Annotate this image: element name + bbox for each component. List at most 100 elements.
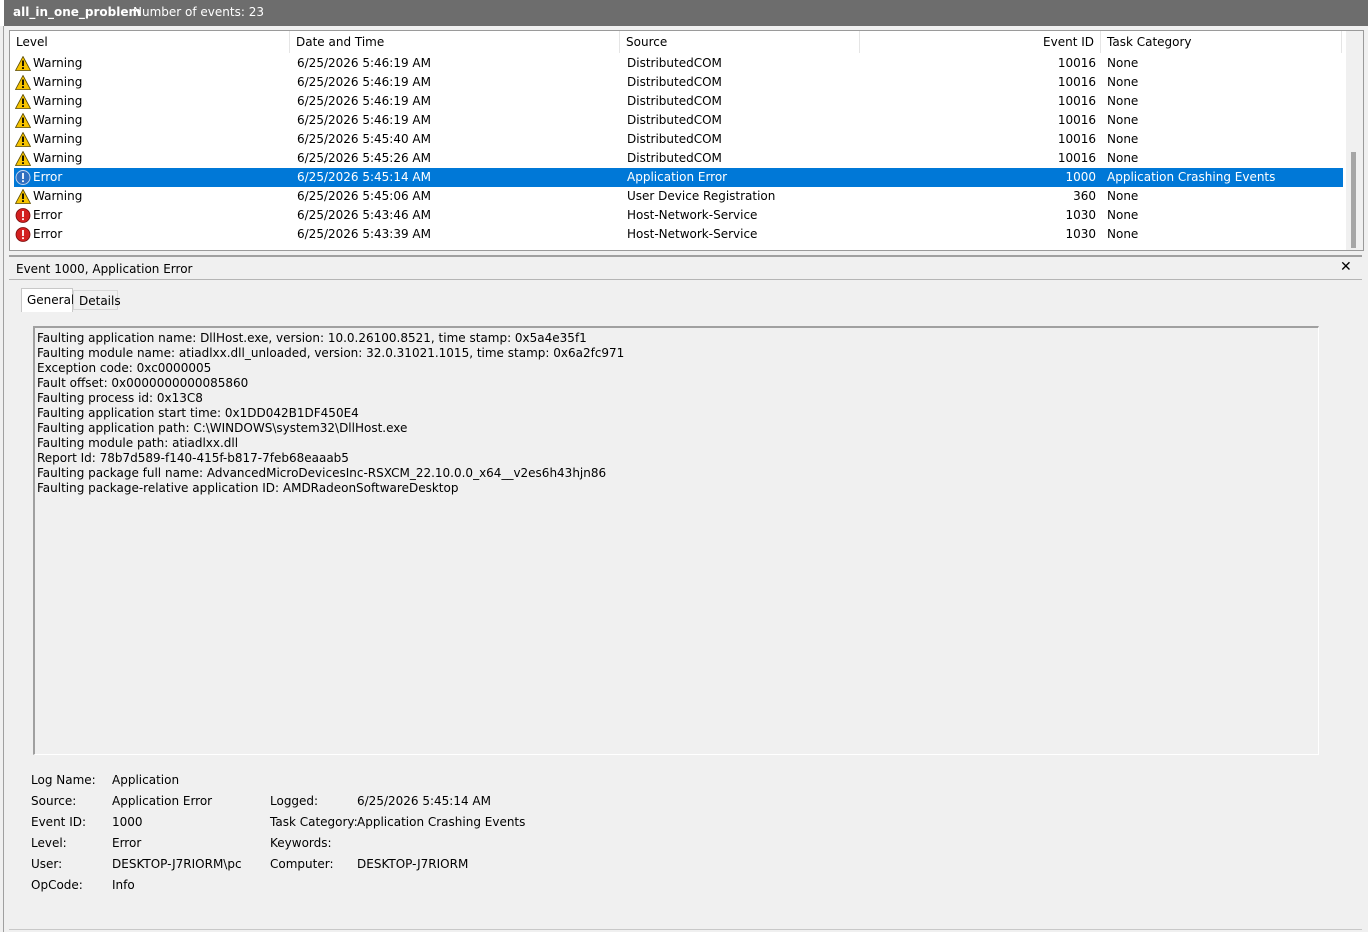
date-cell: 6/25/2026 5:46:19 AM [297, 56, 431, 70]
event-id-cell: 360 [1073, 189, 1096, 203]
opcode-label: OpCode: [31, 878, 83, 892]
event-id-cell: 1030 [1065, 208, 1096, 222]
level-cell: Error [33, 170, 63, 184]
user-label: User: [31, 857, 63, 871]
log-name-value: Application [112, 773, 180, 787]
source-label: Source: [31, 794, 77, 808]
level-cell: Warning [33, 151, 83, 165]
column-header-date[interactable]: Date and Time [290, 31, 620, 53]
description-line: Exception code: 0xc0000005 [37, 361, 212, 375]
logged-label: Logged: [270, 794, 319, 808]
task-category-cell: None [1107, 132, 1139, 146]
event-description-box[interactable]: Faulting application name: DllHost.exe, … [33, 326, 1319, 755]
date-cell: 6/25/2026 5:45:06 AM [297, 189, 431, 203]
source-cell: DistributedCOM [627, 56, 722, 70]
date-cell: 6/25/2026 5:43:39 AM [297, 227, 431, 241]
task-category-cell: None [1107, 113, 1139, 127]
table-row[interactable]: Warning 6/25/2026 5:45:06 AM User Device R… [14, 187, 1343, 206]
keywords-label: Keywords: [270, 836, 332, 850]
description-line: Faulting module path: atiadlxx.dll [37, 436, 239, 450]
column-header-level[interactable]: Level [10, 31, 290, 53]
warning-icon [14, 74, 32, 90]
event-id-cell: 10016 [1057, 151, 1096, 165]
pane-splitter[interactable] [9, 255, 1362, 257]
description-line: Faulting application start time: 0x1DD04… [37, 406, 359, 420]
vertical-scrollbar[interactable] [1346, 31, 1363, 250]
event-id-cell: 10016 [1057, 132, 1096, 146]
source-cell: DistributedCOM [627, 113, 722, 127]
level-cell: Warning [33, 56, 83, 70]
table-row[interactable]: Warning 6/25/2026 5:46:19 AM DistributedCO… [14, 73, 1343, 92]
warning-icon [14, 188, 32, 204]
error-icon [15, 208, 31, 223]
event-id-cell: 1030 [1065, 227, 1096, 241]
log-name-title: all_in_one_problem [13, 5, 142, 19]
warning-icon [14, 93, 32, 109]
table-row[interactable]: Warning 6/25/2026 5:46:19 AM DistributedCO… [14, 111, 1343, 130]
date-cell: 6/25/2026 5:45:40 AM [297, 132, 431, 146]
opcode-value: Info [112, 878, 135, 892]
date-cell: 6/25/2026 5:46:19 AM [297, 75, 431, 89]
table-row[interactable]: Error 6/25/2026 5:43:39 AM Host-Network-Se… [14, 225, 1343, 244]
table-row[interactable]: Error 6/25/2026 5:45:14 AM Application Err… [14, 168, 1343, 187]
task-category-cell: None [1107, 208, 1139, 222]
event-id-cell: 10016 [1057, 56, 1096, 70]
warning-icon [14, 55, 32, 71]
column-header-event-id[interactable]: Event ID [860, 31, 1101, 53]
source-cell: DistributedCOM [627, 132, 722, 146]
description-line: Report Id: 78b7d589-f140-415f-b817-7feb6… [37, 451, 349, 465]
description-line: Faulting package-relative application ID… [37, 481, 459, 495]
table-row[interactable]: Warning 6/25/2026 5:46:19 AM DistributedCO… [14, 54, 1343, 73]
level-cell: Warning [33, 132, 83, 146]
event-id-cell: 10016 [1057, 113, 1096, 127]
grid-header: Level Date and Time Source Event ID Task… [10, 31, 1343, 53]
task-category-cell: None [1107, 227, 1139, 241]
table-row[interactable]: Warning 6/25/2026 5:46:19 AM DistributedCO… [14, 92, 1343, 111]
tab-details[interactable]: Details [73, 290, 121, 310]
source-cell: User Device Registration [627, 189, 776, 203]
source-value: Application Error [112, 794, 213, 808]
source-cell: Host-Network-Service [627, 227, 758, 241]
computer-value: DESKTOP-J7RIORM [357, 857, 469, 871]
task-category-cell: None [1107, 75, 1139, 89]
log-name-label: Log Name: [31, 773, 96, 787]
date-cell: 6/25/2026 5:46:19 AM [297, 113, 431, 127]
events-grid[interactable]: Level Date and Time Source Event ID Task… [9, 30, 1364, 251]
description-line: Faulting module name: atiadlxx.dll_unloa… [37, 346, 625, 360]
description-line: Faulting package full name: AdvancedMicr… [37, 466, 607, 480]
task-category-cell: None [1107, 189, 1139, 203]
level-value: Error [112, 836, 142, 850]
source-cell: Application Error [627, 170, 728, 184]
date-cell: 6/25/2026 5:45:26 AM [297, 151, 431, 165]
log-header-bar: all_in_one_problem Number of events: 23 [0, 0, 1368, 26]
warning-icon [14, 112, 32, 128]
level-label: Level: [31, 836, 67, 850]
date-cell: 6/25/2026 5:46:19 AM [297, 94, 431, 108]
table-row[interactable]: Warning 6/25/2026 5:45:26 AM DistributedCO… [14, 149, 1343, 168]
table-row[interactable]: Error 6/25/2026 5:43:46 AM Host-Network-Se… [14, 206, 1343, 225]
event-detail-title: Event 1000, Application Error [16, 262, 193, 276]
tab-general[interactable]: General [21, 288, 74, 312]
left-divider [3, 26, 4, 932]
event-id-cell: 10016 [1057, 75, 1096, 89]
table-row[interactable]: Warning 6/25/2026 5:45:40 AM DistributedCO… [14, 130, 1343, 149]
task-category-cell: None [1107, 56, 1139, 70]
scrollbar-thumb[interactable] [1351, 152, 1356, 248]
event-id-label: Event ID: [31, 815, 87, 829]
bottom-border [9, 929, 1362, 930]
level-cell: Warning [33, 75, 83, 89]
task-category-value: Application Crashing Events [357, 815, 526, 829]
column-header-task-category[interactable]: Task Category [1101, 31, 1342, 53]
level-cell: Warning [33, 113, 83, 127]
close-icon[interactable]: ✕ [1340, 259, 1352, 275]
task-category-label: Task Category: [270, 815, 358, 829]
column-header-source[interactable]: Source [620, 31, 860, 53]
task-category-cell: None [1107, 151, 1139, 165]
source-cell: DistributedCOM [627, 94, 722, 108]
left-edge [0, 0, 4, 26]
logged-value: 6/25/2026 5:45:14 AM [357, 794, 491, 808]
source-cell: DistributedCOM [627, 151, 722, 165]
task-category-cell: Application Crashing Events [1107, 170, 1276, 184]
level-cell: Warning [33, 189, 83, 203]
event-count: Number of events: 23 [133, 5, 264, 19]
